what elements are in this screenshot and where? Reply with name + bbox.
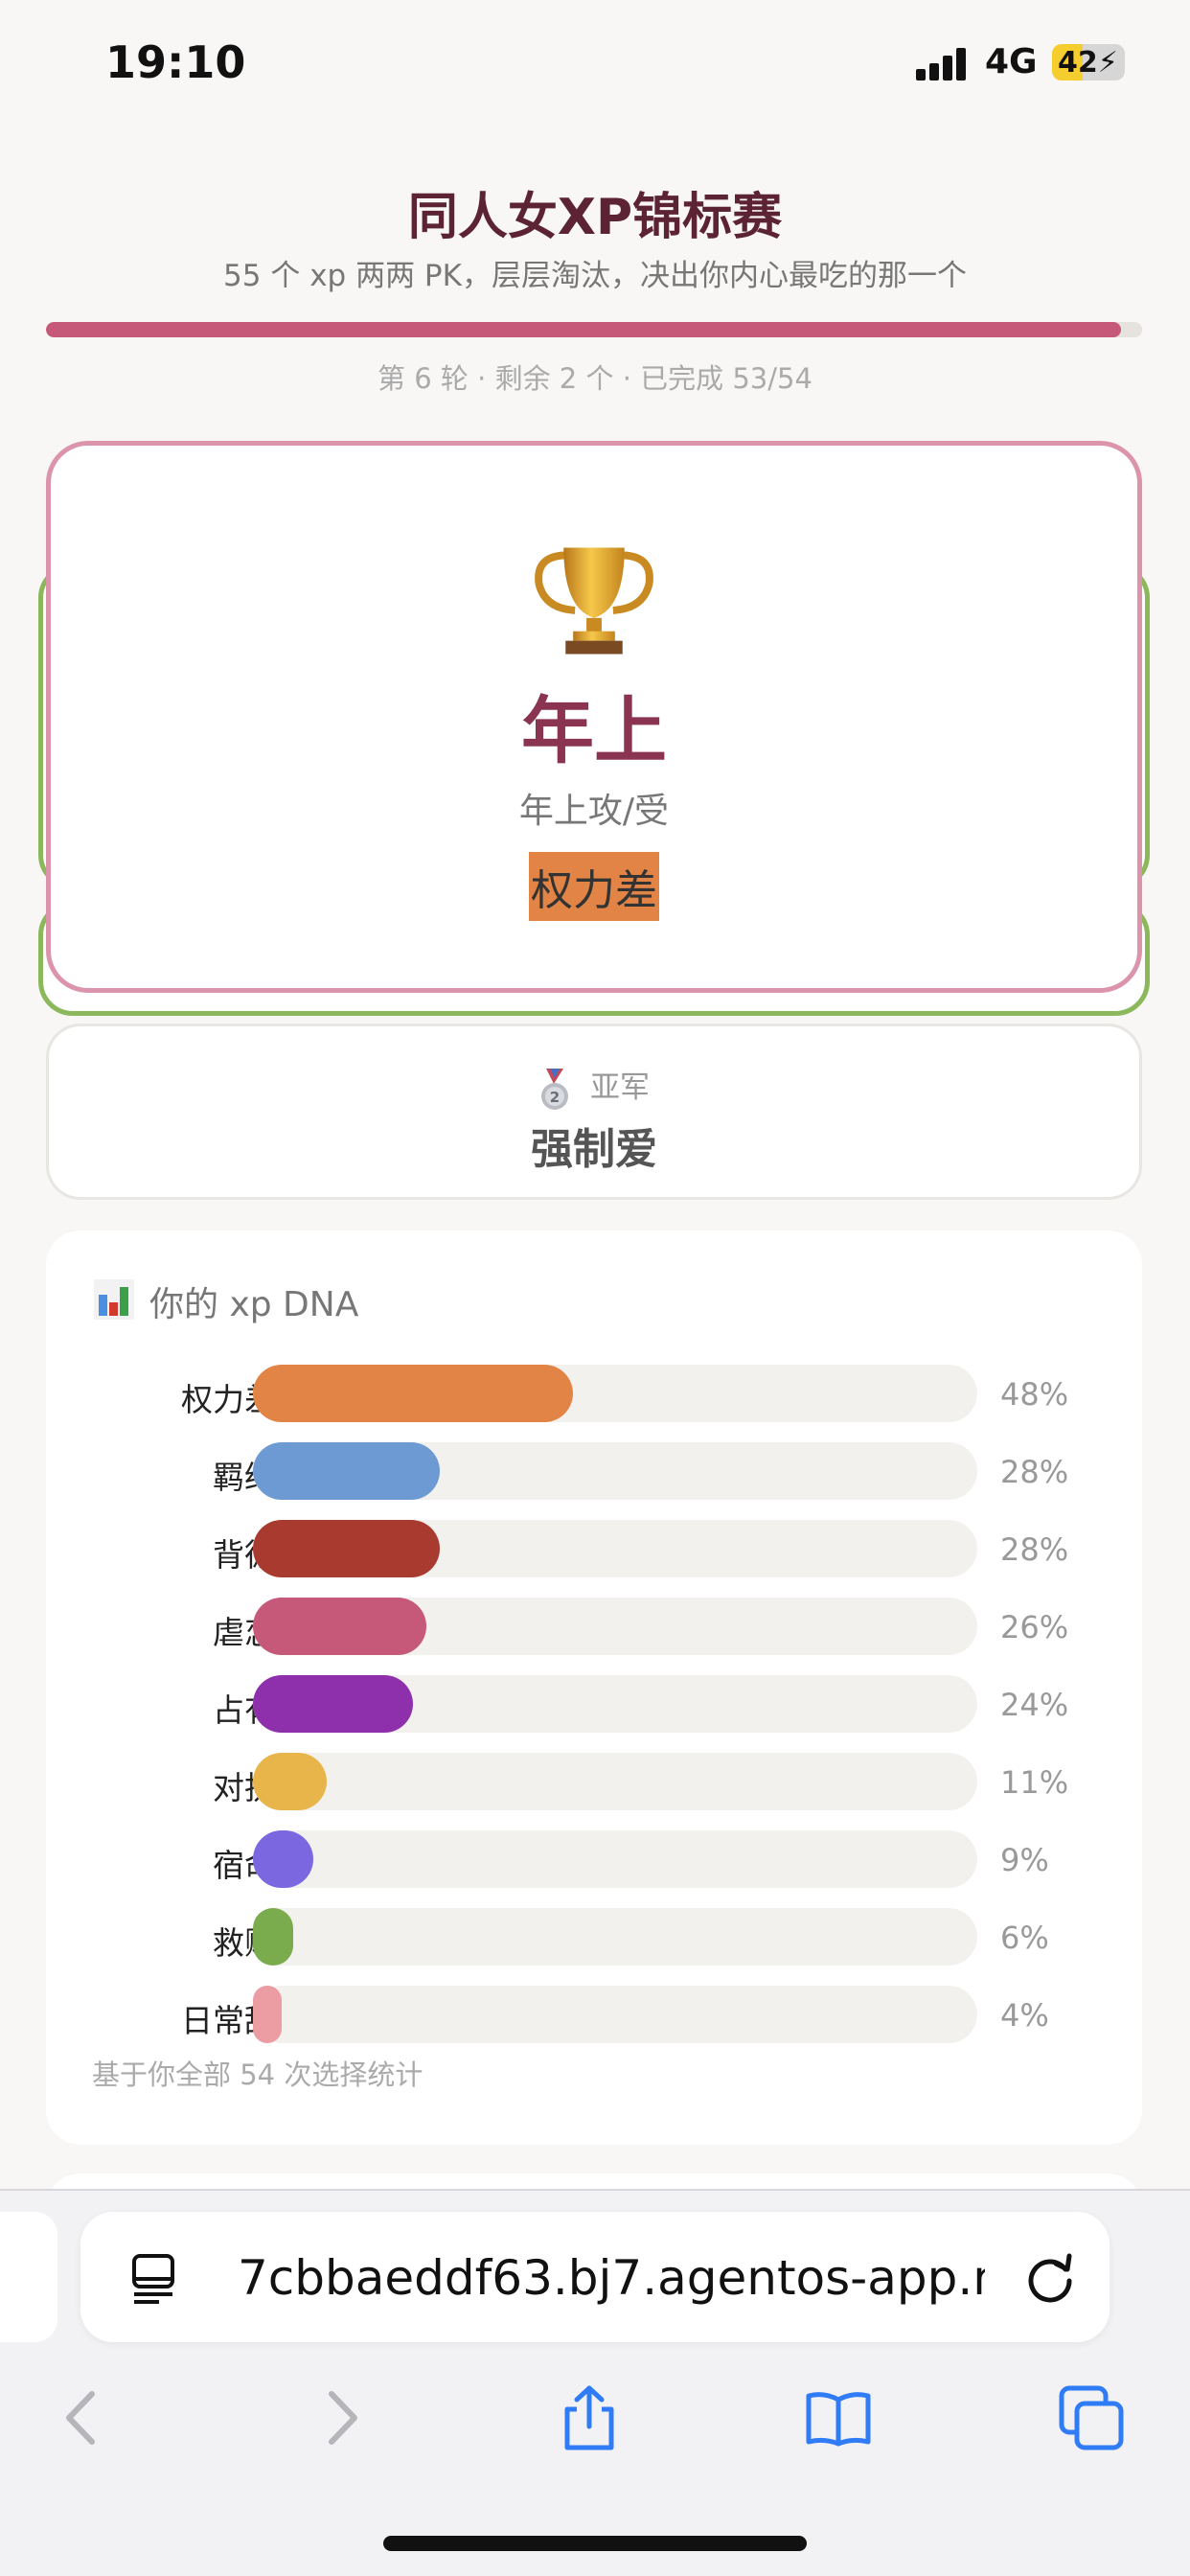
dna-title: 你的 xp DNA (94, 1276, 358, 1326)
silver-medal-icon: 2 (541, 1068, 568, 1110)
dna-bar-track (253, 1365, 977, 1422)
dna-bar-track (253, 1675, 977, 1733)
bookmarks-icon[interactable] (805, 2384, 872, 2451)
dna-percentage: 28% (1000, 1531, 1069, 1568)
dna-bar-track (253, 1908, 977, 1966)
champion-subtitle: 年上攻/受 (518, 792, 670, 831)
dna-row: 宿命 9% (46, 1830, 1142, 1888)
dna-row: 占有 24% (46, 1675, 1142, 1733)
previous-tab-peek[interactable] (0, 2212, 57, 2342)
dna-row: 日常甜 4% (46, 1986, 1142, 2043)
dna-bar-fill (253, 1675, 413, 1733)
dna-bar-track (253, 1598, 977, 1655)
svg-text:2: 2 (550, 1089, 560, 1106)
dna-label: 虐恋 (213, 1614, 276, 1651)
dna-bar-track (253, 1986, 977, 2043)
home-indicator[interactable] (383, 2536, 807, 2551)
dna-label: 宿命 (213, 1847, 276, 1884)
battery-level: 42⚡ (1058, 46, 1118, 80)
dna-label: 日常甜 (181, 2002, 276, 2039)
dna-bar-fill (253, 1365, 573, 1422)
dna-row: 对抗 11% (46, 1753, 1142, 1810)
dna-bar-fill (253, 1830, 313, 1888)
dna-bar-fill (253, 1442, 440, 1500)
runner-up-card: 2 亚军 强制爱 (46, 1024, 1142, 1200)
progress-bar (46, 322, 1142, 337)
champion-name: 年上 (521, 688, 667, 773)
status-bar: 19:10 4G 42⚡ (0, 0, 1190, 125)
progress-info: 第 6 轮 · 剩余 2 个 · 已完成 53/54 (378, 362, 812, 395)
dna-label: 占有 (213, 1691, 276, 1729)
dna-bar-fill (253, 1986, 282, 2043)
forward-icon[interactable] (307, 2384, 374, 2451)
dna-bar-fill (253, 1908, 293, 1966)
runner-up-label: 亚军 (590, 1070, 650, 1105)
page-title: 同人女XP锦标赛 (407, 189, 783, 246)
dna-bar-track (253, 1830, 977, 1888)
dna-bar-fill (253, 1753, 327, 1810)
dna-row: 背德 28% (46, 1520, 1142, 1577)
dna-bar-track (253, 1520, 977, 1577)
dna-percentage: 24% (1000, 1687, 1069, 1723)
dna-percentage: 9% (1000, 1842, 1049, 1878)
xp-dna-card: 你的 xp DNA 权力差 48% 羁绊 28% 背德 28% 虐恋 26% 占有 24% 对抗 11… (46, 1230, 1142, 2145)
progress-fill (46, 322, 1122, 337)
battery-icon: 42⚡ (1052, 44, 1125, 80)
dna-label: 对抗 (213, 1769, 276, 1806)
dna-label: 羁绊 (213, 1459, 276, 1496)
back-icon[interactable] (50, 2384, 117, 2451)
reader-mode-icon[interactable] (130, 2248, 178, 2306)
network-type: 4G (985, 42, 1038, 81)
status-time: 19:10 (105, 36, 246, 88)
dna-label: 权力差 (181, 1381, 276, 1418)
url-text[interactable]: 7cbbaeddf63.bj7.agentos-app.net (238, 2250, 985, 2306)
champion-tag: 权力差 (529, 852, 659, 921)
dna-bar-track (253, 1753, 977, 1810)
champion-card: 年上 年上攻/受 权力差 (46, 441, 1142, 993)
address-bar[interactable]: 7cbbaeddf63.bj7.agentos-app.net (80, 2212, 1110, 2342)
dna-bar-track (253, 1442, 977, 1500)
dna-bar-fill (253, 1520, 440, 1577)
dna-percentage: 11% (1000, 1764, 1069, 1801)
reload-icon[interactable] (1021, 2248, 1079, 2306)
cellular-signal-icon (916, 48, 970, 80)
tabs-icon[interactable] (1058, 2384, 1125, 2451)
dna-label: 背德 (213, 1536, 276, 1574)
runner-up-name: 强制爱 (531, 1125, 657, 1174)
dna-row: 权力差 48% (46, 1365, 1142, 1422)
dna-percentage: 6% (1000, 1920, 1049, 1956)
page-subtitle: 55 个 xp 两两 PK，层层淘汰，决出你内心最吃的那一个 (223, 259, 967, 293)
share-icon[interactable] (556, 2384, 623, 2451)
dna-percentage: 4% (1000, 1997, 1049, 2034)
bar-chart-icon (94, 1279, 134, 1320)
dna-percentage: 28% (1000, 1454, 1069, 1490)
dna-percentage: 48% (1000, 1376, 1069, 1413)
dna-label: 救赎 (213, 1924, 276, 1962)
dna-row: 救赎 6% (46, 1908, 1142, 1966)
dna-row: 虐恋 26% (46, 1598, 1142, 1655)
dna-footer: 基于你全部 54 次选择统计 (92, 2058, 423, 2091)
trophy-icon (535, 547, 653, 655)
dna-bar-fill (253, 1598, 426, 1655)
charging-bolt-icon: ⚡ (1097, 46, 1118, 80)
dna-row: 羁绊 28% (46, 1442, 1142, 1500)
dna-percentage: 26% (1000, 1609, 1069, 1645)
